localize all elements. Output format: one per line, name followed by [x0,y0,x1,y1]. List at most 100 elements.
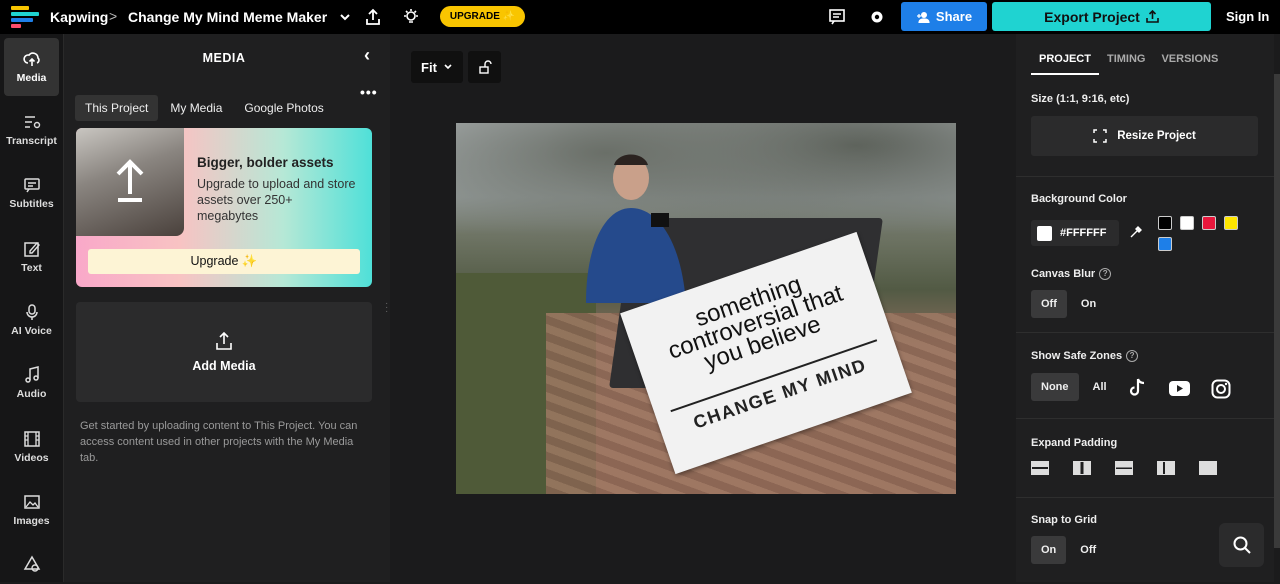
nav-subtitles[interactable]: Subtitles [4,164,59,222]
blur-on-option[interactable]: On [1071,290,1106,318]
gear-icon[interactable] [866,6,888,28]
film-icon [23,431,40,447]
settings-scrollbar[interactable] [1274,74,1280,548]
tab-versions[interactable]: VERSIONS [1153,49,1226,75]
tab-this-project[interactable]: This Project [75,95,159,121]
pad-side-icon[interactable] [1157,461,1175,475]
resize-label: Resize Project [1117,130,1196,142]
nav-videos[interactable]: Videos [4,418,59,476]
swatch-white[interactable] [1180,216,1194,230]
sign-in-link[interactable]: Sign In [1226,9,1269,24]
project-title[interactable]: Change My Mind Meme Maker [128,9,327,25]
settings-tabs: PROJECT TIMING VERSIONS [1031,49,1226,75]
safe-zones-options: None All [1031,373,1117,401]
upgrade-button[interactable]: UPGRADE ✨ [440,6,525,27]
snap-off-option[interactable]: Off [1070,536,1106,564]
divider [1016,418,1274,419]
resize-icon [1093,129,1107,143]
image-icon [23,495,40,509]
help-icon[interactable]: ? [1099,268,1112,281]
add-media-label: Add Media [192,359,256,373]
upload-cloud-icon [22,52,40,66]
kapwing-logo-icon[interactable] [11,6,41,28]
man-figure [586,154,686,303]
zoom-fit-dropdown[interactable]: Fit [411,51,463,83]
nav-elements[interactable] [4,544,59,584]
more-options-icon[interactable]: ••• [360,84,378,100]
promo-upgrade-button[interactable]: Upgrade ✨ [88,249,360,274]
snap-to-grid-label: Snap to Grid [1031,514,1097,526]
blur-off-option[interactable]: Off [1031,290,1067,318]
swatch-yellow[interactable] [1224,216,1238,230]
nav-label: Media [16,72,47,84]
swatch-red[interactable] [1202,216,1216,230]
nav-images[interactable]: Images [4,481,59,539]
divider [1016,176,1274,177]
media-tabs: This Project My Media Google Photos [75,95,334,121]
nav-label: Text [21,262,42,274]
lightbulb-icon[interactable] [400,6,422,28]
pad-left-right-icon[interactable] [1073,461,1091,475]
text-edit-icon [23,241,40,257]
pad-full-icon[interactable] [1199,461,1217,475]
tiktok-icon[interactable] [1128,378,1146,398]
nav-audio[interactable]: Audio [4,354,59,412]
promo-heading: Bigger, bolder assets [197,155,334,170]
export-project-button[interactable]: Export Project [992,2,1211,31]
microphone-icon [25,304,38,320]
divider [1016,332,1274,333]
snap-to-grid-toggle: On Off [1031,536,1106,564]
padding-options [1031,461,1217,475]
fit-label: Fit [421,59,437,75]
canvas-blur-label: Canvas Blur? [1031,268,1112,281]
size-label: Size (1:1, 9:16, etc) [1031,93,1130,105]
safe-zones-label: Show Safe Zones? [1031,350,1139,363]
add-person-icon [916,11,930,23]
comments-icon[interactable] [826,6,848,28]
background-color-input[interactable]: #FFFFFF [1031,220,1119,246]
chevron-down-icon [444,64,452,70]
swatch-black[interactable] [1158,216,1172,230]
search-button[interactable] [1219,523,1264,567]
add-media-button[interactable]: Add Media [76,302,372,402]
transcript-icon [24,116,40,129]
search-icon [1233,536,1251,554]
nav-ai-voice[interactable]: AI Voice [4,291,59,349]
nav-text[interactable]: Text [4,228,59,286]
canvas-blur-toggle: Off On [1031,290,1106,318]
helper-text: Get started by uploading content to This… [80,420,358,464]
subtitles-icon [23,178,40,193]
share-button[interactable]: Share [901,2,987,31]
chevron-down-icon[interactable] [334,6,356,28]
tab-google-photos[interactable]: Google Photos [234,95,333,121]
nav-media[interactable]: Media [4,38,59,96]
left-nav: Media Transcript Subtitles Text AI Voice… [0,34,64,582]
youtube-icon[interactable] [1169,381,1190,396]
aspect-lock-button[interactable] [468,51,501,83]
share-label: Share [935,9,973,24]
upgrade-promo-card: Bigger, bolder assets Upgrade to upload … [76,128,372,287]
pad-bottom-icon[interactable] [1115,461,1133,475]
nav-transcript[interactable]: Transcript [4,101,59,159]
tab-project[interactable]: PROJECT [1031,49,1099,75]
promo-text: Upgrade to upload and store assets over … [197,177,356,223]
resize-project-button[interactable]: Resize Project [1031,116,1258,156]
meme-image[interactable]: something controversial that you believe… [456,123,956,494]
swatch-blue[interactable] [1158,237,1172,251]
panel-title: MEDIA [202,51,246,65]
help-icon[interactable]: ? [1126,350,1139,363]
eyedropper-icon[interactable] [1129,225,1143,239]
snap-on-option[interactable]: On [1031,536,1067,564]
project-settings-panel: PROJECT TIMING VERSIONS Size (1:1, 9:16,… [1016,34,1274,582]
brand-name[interactable]: Kapwing [50,9,108,25]
pad-top-bottom-icon[interactable] [1031,461,1049,475]
share-upload-icon[interactable] [362,6,384,28]
tab-my-media[interactable]: My Media [160,95,232,121]
panel-resize-handle[interactable]: · · · [385,299,388,317]
safe-zone-all[interactable]: All [1083,373,1117,401]
collapse-panel-icon[interactable]: ‹ [364,45,370,66]
instagram-icon[interactable] [1211,379,1231,399]
tab-timing[interactable]: TIMING [1099,49,1154,75]
safe-zone-none[interactable]: None [1031,373,1079,401]
nav-label: Images [13,515,50,527]
